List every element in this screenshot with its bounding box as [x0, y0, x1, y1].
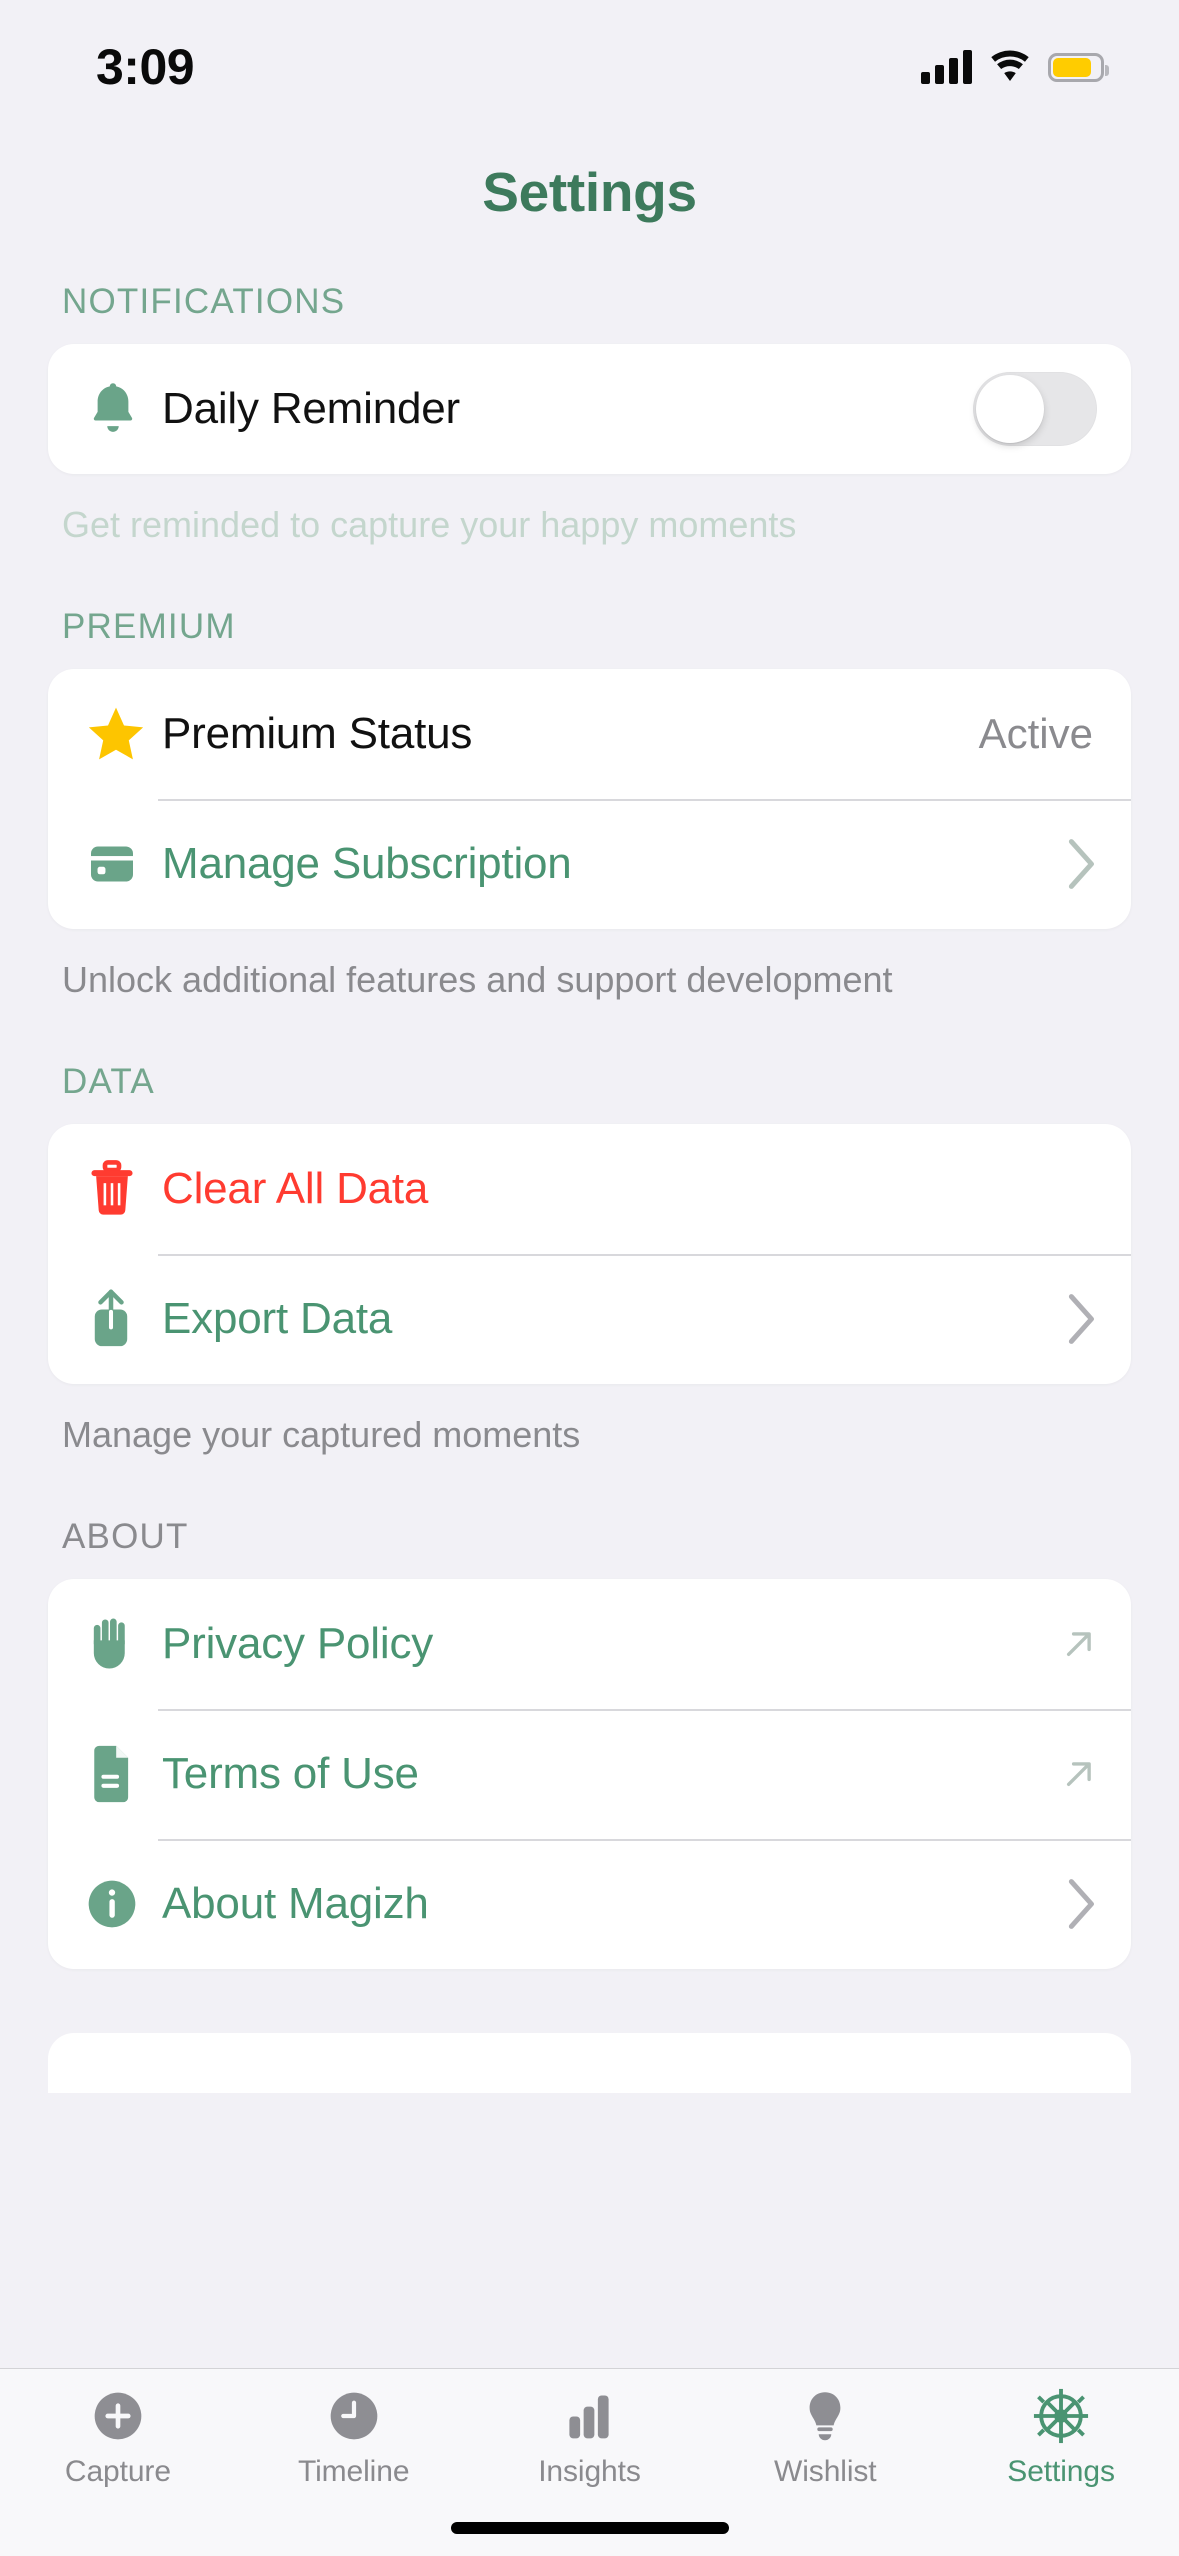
- section-header-premium: PREMIUM: [62, 607, 236, 646]
- status-bar: 3:09: [0, 0, 1179, 122]
- section-about: ABOUT Privacy Policy Terms of Use About …: [48, 1517, 1131, 1969]
- section-header-notifications: NOTIFICATIONS: [62, 282, 346, 321]
- document-icon: [84, 1743, 158, 1805]
- wifi-icon: [991, 50, 1029, 81]
- bar-chart-icon: [561, 2387, 617, 2445]
- row-privacy-policy[interactable]: Privacy Policy: [48, 1579, 1131, 1709]
- footnote-notifications: Get reminded to capture your happy momen…: [62, 504, 797, 545]
- daily-reminder-toggle[interactable]: [973, 372, 1097, 446]
- row-label-daily-reminder: Daily Reminder: [162, 384, 460, 433]
- tab-label-settings: Settings: [1007, 2455, 1115, 2488]
- card-about: Privacy Policy Terms of Use About Magizh: [48, 1579, 1131, 1969]
- row-label-manage-subscription: Manage Subscription: [162, 839, 572, 888]
- battery-low-power-icon: [1048, 52, 1109, 82]
- row-export-data[interactable]: Export Data: [48, 1254, 1131, 1384]
- gear-icon: [1032, 2387, 1090, 2445]
- export-share-icon: [84, 1288, 158, 1350]
- row-clear-all-data[interactable]: Clear All Data: [48, 1124, 1131, 1254]
- section-header-data: DATA: [62, 1062, 155, 1101]
- row-label-terms-of-use: Terms of Use: [162, 1749, 419, 1798]
- card-premium: Premium Status Active Manage Subscriptio…: [48, 669, 1131, 929]
- row-label-privacy-policy: Privacy Policy: [162, 1619, 434, 1668]
- hand-raised-icon: [84, 1612, 158, 1676]
- settings-content: NOTIFICATIONS Daily Reminder Get reminde…: [0, 190, 1179, 2093]
- row-premium-status: Premium Status Active: [48, 669, 1131, 799]
- trash-icon: [84, 1158, 158, 1220]
- tab-label-insights: Insights: [538, 2455, 641, 2488]
- premium-status-value: Active: [978, 710, 1093, 757]
- settings-scroll-area[interactable]: NOTIFICATIONS Daily Reminder Get reminde…: [0, 190, 1179, 2368]
- star-icon: [84, 703, 158, 765]
- footnote-data: Manage your captured moments: [62, 1414, 581, 1455]
- toggle-knob: [976, 375, 1044, 443]
- row-label-export-data: Export Data: [162, 1294, 393, 1343]
- lightbulb-icon: [797, 2387, 853, 2445]
- tab-label-capture: Capture: [64, 2455, 171, 2488]
- tab-wishlist[interactable]: Wishlist: [707, 2387, 943, 2489]
- tab-settings[interactable]: Settings: [943, 2387, 1179, 2489]
- row-about-magizh[interactable]: About Magizh: [48, 1839, 1131, 1969]
- row-manage-subscription[interactable]: Manage Subscription: [48, 799, 1131, 929]
- plus-circle-icon: [90, 2387, 146, 2445]
- row-label-clear-all-data: Clear All Data: [162, 1164, 429, 1213]
- card-next-partial: [48, 2033, 1131, 2093]
- tab-capture[interactable]: Capture: [0, 2387, 236, 2489]
- tab-timeline[interactable]: Timeline: [236, 2387, 472, 2489]
- external-link-icon: [1066, 1632, 1091, 1657]
- tab-insights[interactable]: Insights: [472, 2387, 708, 2489]
- tab-label-wishlist: Wishlist: [774, 2455, 877, 2488]
- chevron-right-icon: [1068, 1879, 1094, 1929]
- info-circle-icon: [84, 1876, 158, 1932]
- footnote-premium: Unlock additional features and support d…: [62, 959, 893, 1000]
- status-bar-time: 3:09: [96, 39, 195, 95]
- row-label-premium-status: Premium Status: [162, 709, 473, 758]
- section-notifications: NOTIFICATIONS Daily Reminder Get reminde…: [48, 282, 1131, 547]
- section-data: DATA Clear All Data Export Data Manage y…: [48, 1062, 1131, 1457]
- section-premium: PREMIUM Premium Status Active Manage Sub…: [48, 607, 1131, 1002]
- chevron-right-icon: [1068, 839, 1094, 889]
- external-link-icon: [1066, 1762, 1091, 1787]
- status-bar-indicators: [921, 50, 1109, 84]
- home-indicator: [450, 2522, 729, 2534]
- section-header-about: ABOUT: [62, 1517, 189, 1556]
- credit-card-icon: [84, 836, 158, 892]
- tab-label-timeline: Timeline: [297, 2455, 410, 2488]
- row-daily-reminder[interactable]: Daily Reminder: [48, 344, 1131, 474]
- cellular-signal-icon: [921, 50, 972, 84]
- chevron-right-icon: [1068, 1294, 1094, 1344]
- card-notifications: Daily Reminder: [48, 344, 1131, 474]
- bell-icon: [84, 378, 158, 440]
- card-data: Clear All Data Export Data: [48, 1124, 1131, 1384]
- row-label-about-magizh: About Magizh: [162, 1879, 429, 1928]
- clock-icon: [326, 2387, 382, 2445]
- row-terms-of-use[interactable]: Terms of Use: [48, 1709, 1131, 1839]
